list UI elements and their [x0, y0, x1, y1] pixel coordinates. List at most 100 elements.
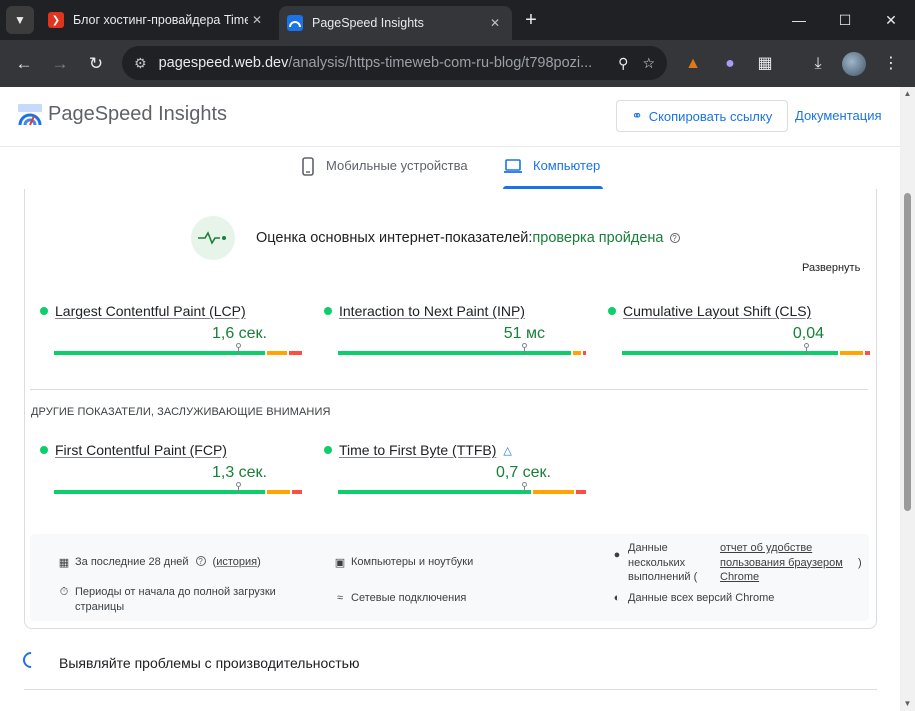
- scroll-down-arrow-icon[interactable]: ▼: [900, 697, 915, 711]
- poor-segment: [575, 490, 586, 494]
- cwv-pulse-icon: [191, 216, 235, 260]
- search-icon[interactable]: ⚲: [618, 55, 628, 72]
- docs-link[interactable]: Документация: [795, 108, 882, 123]
- info-samples-close: ): [858, 557, 862, 569]
- p75-marker: [803, 343, 809, 355]
- crux-report-link[interactable]: отчет об удобстве пользования браузером …: [720, 541, 856, 585]
- more-menu-icon[interactable]: ⋮: [879, 52, 903, 76]
- tab-desktop[interactable]: Компьютер: [503, 156, 603, 189]
- metric-name[interactable]: First Contentful Paint (FCP): [55, 442, 227, 458]
- app-title: PageSpeed Insights: [48, 103, 228, 125]
- metric-name[interactable]: Interaction to Next Paint (INP): [339, 303, 525, 319]
- tab-timeweb-blog[interactable]: ❯ Блог хостинг-провайдера Timeweb ✕: [40, 6, 274, 34]
- chevron-down-icon: ▼: [14, 13, 26, 27]
- help-icon[interactable]: ?: [669, 233, 680, 243]
- crux-report-link-text[interactable]: отчет об удобстве пользования браузером …: [720, 542, 843, 583]
- metric-name[interactable]: Largest Contentful Paint (LCP): [55, 303, 246, 319]
- metamask-extension-icon[interactable]: ▲: [681, 52, 705, 76]
- site-info-icon[interactable]: ⚙: [134, 55, 147, 72]
- metric-distribution-bar: [54, 343, 302, 355]
- section-divider: [30, 389, 868, 390]
- p75-marker: [235, 343, 241, 355]
- ghost-extension-icon[interactable]: ●: [718, 52, 742, 76]
- p75-marker: [522, 482, 527, 494]
- cwv-assessment-result: проверка пройдена: [532, 230, 664, 246]
- back-button[interactable]: ←: [10, 50, 38, 78]
- address-bar[interactable]: ⚙ pagespeed.web.dev /analysis/https-time…: [122, 46, 667, 80]
- bookmark-star-icon[interactable]: ☆: [642, 55, 655, 72]
- phone-icon: [300, 156, 316, 176]
- copy-link-button[interactable]: ⚭ Скопировать ссылку: [616, 100, 788, 132]
- forward-button[interactable]: →: [46, 50, 74, 78]
- minimize-button[interactable]: —: [784, 8, 814, 32]
- good-status-dot: [324, 307, 332, 315]
- metric-value: 51 мс: [503, 325, 545, 342]
- flask-icon[interactable]: △: [503, 444, 511, 457]
- needs-improvement-segment: [266, 351, 288, 355]
- expand-link[interactable]: Развернуть: [802, 262, 860, 274]
- tab-mobile[interactable]: Мобильные устройства: [300, 156, 468, 189]
- info-samples-icon-wrap: ●: [611, 549, 628, 561]
- tab-search-button[interactable]: ▼: [6, 6, 34, 34]
- url-path: /analysis/https-timeweb-com-ru-blog/t798…: [288, 55, 593, 71]
- copy-link-label: Скопировать ссылку: [648, 108, 773, 124]
- metric-distribution-bar: [54, 482, 302, 494]
- page-scrollbar[interactable]: ▲ ▼: [900, 87, 915, 711]
- metric-value: 0,04: [792, 325, 824, 342]
- info-devices-text: Компьютеры и ноутбуки: [351, 556, 474, 568]
- info-network: ≈ Сетевые подключения: [334, 592, 466, 604]
- laptop-icon: [503, 156, 523, 176]
- scrollbar-thumb[interactable]: [904, 193, 911, 511]
- link-icon: ⚭: [631, 108, 643, 123]
- tab-desktop-label: Компьютер: [533, 158, 601, 173]
- tab-strip: ▼ ❯ Блог хостинг-провайдера Timeweb ✕ Pa…: [0, 0, 915, 40]
- wifi-icon: ≈: [336, 592, 344, 604]
- metric-distribution-bar: [622, 343, 870, 355]
- device-tabs: Мобильные устройства Компьютер: [0, 147, 900, 189]
- psi-logo-icon: [18, 104, 42, 126]
- metric-name[interactable]: Time to First Byte (TTFB): [339, 442, 496, 458]
- needs-improvement-segment: [573, 351, 582, 355]
- new-tab-button[interactable]: +: [520, 9, 542, 31]
- page-viewport: PageSpeed Insights ⚭ Скопировать ссылку …: [0, 87, 915, 711]
- info-duration: ⏱ Периоды от начала до полной загрузки с…: [58, 585, 298, 614]
- scroll-up-arrow-icon[interactable]: ▲: [900, 87, 915, 101]
- reload-button[interactable]: ↻: [82, 50, 110, 78]
- maximize-button[interactable]: ☐: [830, 8, 860, 32]
- metric-value: 0,7 сек.: [495, 464, 551, 481]
- tab-title: Блог хостинг-провайдера Timeweb: [73, 13, 248, 27]
- profile-avatar[interactable]: [842, 52, 866, 76]
- tab-pagespeed[interactable]: PageSpeed Insights ✕: [279, 6, 512, 40]
- history-link[interactable]: история: [216, 556, 257, 568]
- info-samples-text: Данные нескольких выполнений (: [628, 542, 698, 583]
- needs-improvement-segment: [839, 351, 863, 355]
- needs-improvement-segment: [266, 490, 290, 494]
- diagnose-heading: Выявляйте проблемы с производительностью: [59, 655, 360, 671]
- psi-favicon-icon: [287, 15, 303, 31]
- good-segment: [338, 351, 572, 355]
- info-period-text: За последние 28 дней: [75, 556, 189, 568]
- p75-marker: [522, 343, 527, 355]
- close-tab-icon[interactable]: ✕: [248, 13, 266, 27]
- close-tab-icon[interactable]: ✕: [486, 16, 504, 30]
- download-icon[interactable]: ⤓: [806, 52, 830, 76]
- url-host: pagespeed.web.dev: [158, 55, 289, 71]
- good-status-dot: [608, 307, 616, 315]
- good-segment: [54, 351, 265, 355]
- metric-value: 1,3 сек.: [211, 464, 267, 481]
- loading-spinner-icon: [19, 648, 43, 672]
- good-segment: [54, 490, 265, 494]
- metric-name[interactable]: Cumulative Layout Shift (CLS): [623, 303, 811, 319]
- info-duration-text: Периоды от начала до полной загрузки стр…: [75, 586, 276, 613]
- help-icon[interactable]: ?: [195, 556, 206, 566]
- extensions-puzzle-icon[interactable]: ▦: [753, 52, 777, 76]
- chrome-icon: ◐: [613, 592, 621, 604]
- close-window-button[interactable]: ✕: [876, 8, 906, 32]
- users-icon: ●: [613, 549, 621, 561]
- good-status-dot: [40, 446, 48, 454]
- metric-distribution-bar: [338, 482, 586, 494]
- good-status-dot: [40, 307, 48, 315]
- poor-segment: [583, 351, 586, 355]
- needs-improvement-segment: [533, 490, 574, 494]
- browser-toolbar: ← → ↻ ⚙ pagespeed.web.dev /analysis/http…: [0, 40, 915, 87]
